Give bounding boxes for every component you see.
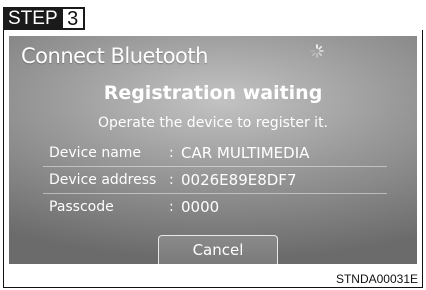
device-address-row: Device address : 0026E89E8DF7 [43, 167, 387, 194]
status-message: Operate the device to register it. [97, 115, 329, 131]
passcode-row: Passcode : 0000 [43, 194, 387, 220]
spinner-icon [310, 44, 324, 58]
connect-bluetooth-screen: Connect Bluetooth Registration waiting O… [9, 36, 417, 264]
step-word: STEP [3, 7, 63, 30]
device-address-label: Device address [49, 172, 157, 188]
cancel-button[interactable]: Cancel [158, 235, 278, 264]
separator: : [169, 199, 174, 215]
figure-code: STNDA00031E [335, 272, 418, 286]
device-info-list: Device name : CAR MULTIMEDIA Device addr… [43, 140, 387, 220]
device-name-label: Device name [49, 145, 142, 161]
step-number: 3 [62, 7, 85, 30]
step-label: STEP 3 [3, 7, 85, 30]
separator: : [169, 172, 174, 188]
device-address-value: 0026E89E8DF7 [181, 171, 297, 189]
passcode-value: 0000 [181, 198, 220, 216]
passcode-label: Passcode [49, 199, 114, 215]
device-name-row: Device name : CAR MULTIMEDIA [43, 140, 387, 167]
screen-title: Connect Bluetooth [21, 44, 208, 68]
device-name-value: CAR MULTIMEDIA [181, 144, 310, 162]
status-title: Registration waiting [103, 82, 323, 104]
separator: : [169, 145, 174, 161]
